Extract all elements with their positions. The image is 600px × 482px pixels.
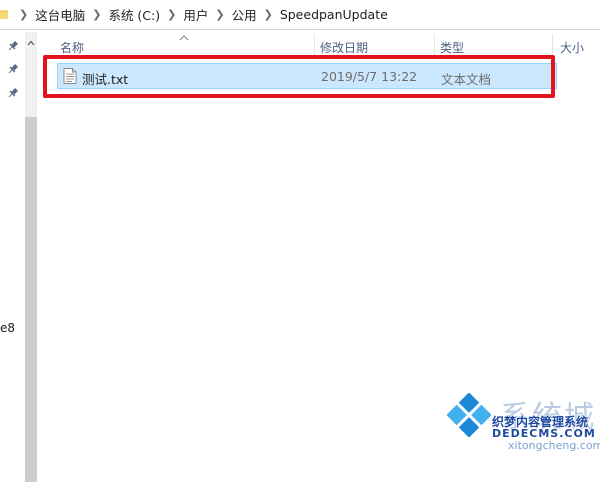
column-header-name[interactable]: 名称	[60, 39, 84, 56]
pin-icon[interactable]	[7, 63, 19, 75]
breadcrumb-users[interactable]: 用户	[183, 5, 208, 24]
chevron-right-icon[interactable]: ❯	[12, 8, 35, 21]
windows-logo-icon	[446, 392, 492, 438]
pin-icon[interactable]	[7, 87, 19, 99]
breadcrumb: ❯ 这台电脑 ❯ 系统 (C:) ❯ 用户 ❯ 公用 ❯ SpeedpanUpd…	[0, 0, 388, 29]
scroll-up-icon[interactable]	[27, 36, 35, 46]
column-header-row: 名称 修改日期 类型 大小	[38, 30, 600, 58]
nav-scrollbar[interactable]	[25, 32, 37, 482]
highlight-box	[43, 55, 555, 98]
breadcrumb-public[interactable]: 公用	[232, 5, 257, 24]
column-header-type[interactable]: 类型	[440, 39, 464, 56]
column-divider[interactable]	[314, 34, 315, 56]
chevron-right-icon[interactable]: ❯	[257, 8, 280, 21]
column-divider[interactable]	[434, 34, 435, 56]
chevron-right-icon[interactable]: ❯	[160, 8, 183, 21]
column-header-size[interactable]: 大小	[560, 39, 584, 56]
breadcrumb-speedpanupdate[interactable]: SpeedpanUpdate	[280, 7, 388, 22]
nav-item-label[interactable]: e8	[0, 321, 15, 335]
chevron-right-icon[interactable]: ❯	[208, 8, 231, 21]
sort-up-icon	[178, 31, 190, 41]
pin-icon[interactable]	[7, 40, 19, 52]
chevron-right-icon[interactable]: ❯	[85, 8, 108, 21]
column-header-modified[interactable]: 修改日期	[320, 39, 368, 56]
watermark-url: xitongcheng.com	[508, 439, 600, 452]
breadcrumb-this-pc[interactable]: 这台电脑	[35, 5, 85, 24]
column-divider[interactable]	[552, 34, 553, 56]
scrollbar-thumb[interactable]	[25, 117, 37, 482]
breadcrumb-system-drive[interactable]: 系统 (C:)	[108, 5, 160, 24]
address-bar[interactable]: ❯ 这台电脑 ❯ 系统 (C:) ❯ 用户 ❯ 公用 ❯ SpeedpanUpd…	[0, 0, 600, 30]
